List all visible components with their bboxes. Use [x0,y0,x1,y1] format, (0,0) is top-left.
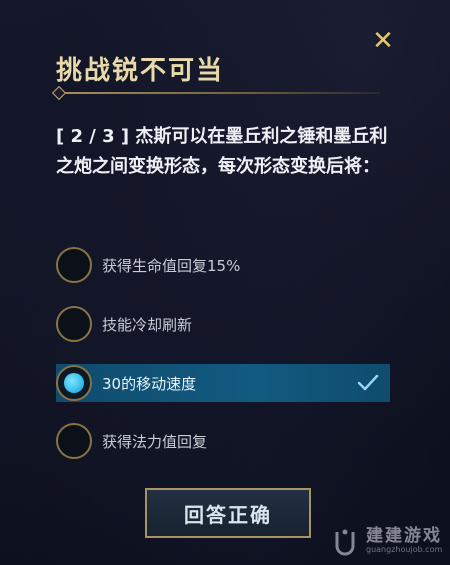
option-4[interactable]: 获得法力值回复 [56,422,390,460]
quiz-dialog: 挑战锐不可当 ✕ [ 2 / 3 ] 杰斯可以在墨丘利之锤和墨丘利之炮之间变换形… [0,0,450,565]
check-icon [357,374,379,391]
option-radio[interactable] [56,423,92,459]
watermark-logo-icon [335,529,355,556]
option-1[interactable]: 获得生命值回复15% [56,246,390,284]
option-label: 30的移动速度 [102,374,197,393]
option-label: 技能冷却刷新 [102,315,193,334]
watermark-title: 建建游戏 [366,526,442,546]
answer-button[interactable]: 回答正确 [145,488,311,538]
watermark-domain: guangzhoujob.com [366,545,443,554]
title-divider [56,92,380,94]
option-radio[interactable] [56,306,92,342]
watermark-text: 建建游戏 guangzhoujob.com [366,527,442,555]
option-radio[interactable] [56,247,92,283]
close-icon[interactable]: ✕ [370,28,396,54]
option-label: 获得法力值回复 [102,432,208,451]
divider-ornament [51,85,67,101]
selected-dot [64,373,84,393]
question-text: [ 2 / 3 ] 杰斯可以在墨丘利之锤和墨丘利之炮之间变换形态，每次形态变换后… [56,126,388,177]
option-3[interactable]: 30的移动速度 [56,364,390,402]
option-2[interactable]: 技能冷却刷新 [56,305,390,343]
watermark: 建建游戏 guangzhoujob.com [330,526,442,556]
option-radio-selected[interactable] [56,365,92,401]
dialog-title: 挑战锐不可当 [56,56,225,86]
option-label: 获得生命值回复15% [102,256,241,275]
